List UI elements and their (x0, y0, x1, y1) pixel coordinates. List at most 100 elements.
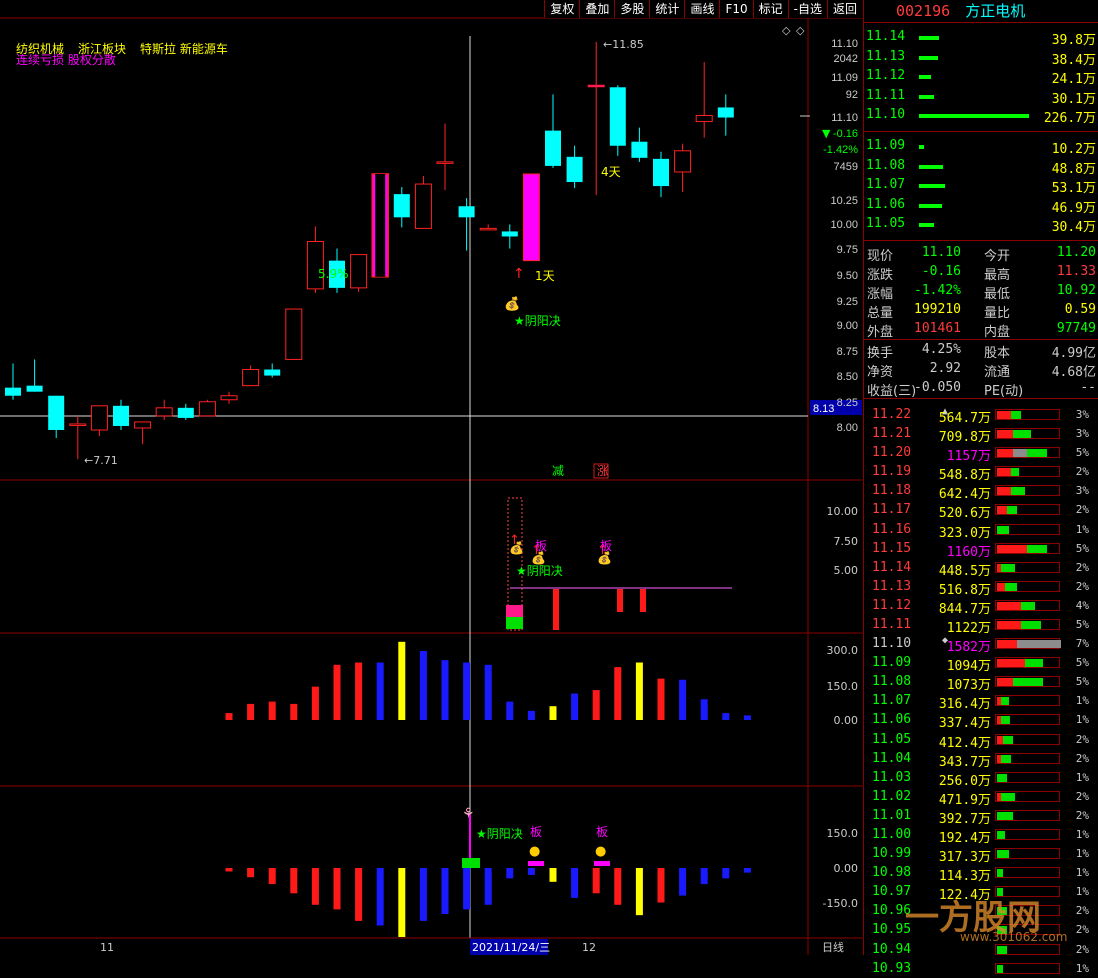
quote-value: 4.25% (921, 341, 961, 357)
macd-axis-tick: -150.0 (823, 897, 858, 910)
volume-bar (679, 679, 687, 720)
dist-price: 11.02 (872, 788, 912, 804)
dist-percent: 1% (1075, 694, 1089, 708)
candle-body-inner (375, 173, 386, 277)
dist-bar (995, 771, 1060, 783)
quote-value: -1.42% (914, 282, 961, 298)
volume-bar (592, 690, 600, 720)
coin-icon: ● (529, 844, 540, 859)
ask-volume: 38.4万 (1051, 52, 1096, 68)
distribution-row: 11.15 1160万 5% (864, 539, 1098, 560)
volume-axis-tick: 150.0 (827, 680, 859, 693)
limit-up-label: 板 (600, 539, 612, 553)
volume-bar (635, 662, 643, 720)
distribution-row: 11.11 1122万 5% (864, 615, 1098, 636)
limit-up-label: 板 (530, 825, 542, 839)
dist-price: 10.93 (872, 960, 912, 976)
volume-bar (311, 686, 319, 720)
distribution-row: 11.03 256.0万 1% (864, 768, 1098, 789)
dist-price: 11.07 (872, 693, 912, 709)
candle-body-signal (587, 84, 605, 88)
low-price-label: ←7.71 (84, 454, 118, 467)
volume-bar (722, 713, 730, 720)
quote-value: 101461 (914, 320, 961, 336)
dist-price: 11.20 (872, 445, 912, 461)
candle-body-down (501, 231, 518, 237)
limit-up-marker (528, 861, 544, 866)
candle-body-up (90, 405, 108, 431)
price-axis-tick: 10.25 (830, 195, 858, 207)
quote-row: 总量 199210 量比 0.59 (864, 300, 1098, 321)
period-label: 日线 (822, 940, 844, 954)
distribution-row: 10.93 1% (864, 959, 1098, 978)
bid-bar (919, 223, 934, 228)
toolbar-button-4[interactable]: 画线 (684, 0, 720, 18)
candle-body-down (609, 87, 626, 146)
dist-percent: 2% (1075, 808, 1089, 822)
toolbar-button-6[interactable]: 标记 (752, 0, 788, 18)
indicator-axis-tick: 5.00 (834, 564, 859, 577)
kline-chart[interactable]: 8.13 11.10 2042 11.09 92 11.10 -0.16 -1.42% 7459… (0, 0, 862, 955)
volume-bar (484, 664, 492, 720)
dist-price: 11.05 (872, 731, 912, 747)
dist-price: 10.94 (872, 941, 912, 957)
distribution-row: 11.16 323.0万 1% (864, 520, 1098, 541)
toolbar-button-5[interactable]: F10 (719, 0, 753, 18)
distribution-row: 11.19 548.8万 2% (864, 462, 1098, 483)
toolbar-button-8[interactable]: 返回 (826, 0, 862, 18)
toolbar-button-3[interactable]: 统计 (649, 0, 685, 18)
stock-header: 002196 方正电机 (864, 0, 1098, 23)
chart-area[interactable]: 8.13 11.10 2042 11.09 92 11.10 -0.16 -1.42% 7459… (0, 0, 862, 955)
distribution-row: 11.01 392.7万 2% (864, 806, 1098, 827)
ask-bar (919, 36, 939, 40)
x-axis-label: 12 (582, 941, 596, 954)
toolbar-button-2[interactable]: 多股 (614, 0, 650, 18)
volume-bar (657, 678, 665, 720)
dist-price: 11.10 (872, 636, 912, 652)
volume-axis-tick: 300.0 (827, 644, 859, 657)
toolbar-button-7[interactable]: -自选 (787, 0, 827, 18)
macd-axis-tick: 0.00 (834, 862, 859, 875)
candle-body-up (134, 421, 152, 429)
toolbar-button-1[interactable]: 叠加 (579, 0, 615, 18)
distribution-row: 11.09 1094万 5% (864, 653, 1098, 674)
volume-bar (441, 660, 449, 720)
dist-percent: 2% (1075, 751, 1089, 765)
volume-bar (398, 641, 406, 720)
candle-body-up (350, 254, 368, 289)
distribution-row: 11.22 ▲ 564.7万 3% (864, 405, 1098, 426)
macd-bar (614, 868, 622, 905)
date-tag: 2021/11/24/三 (472, 941, 550, 954)
ask-row: 11.12 24.1万 (864, 66, 1098, 88)
stock-code: 002196 (896, 2, 951, 20)
price-axis-tick: 8.00 (837, 422, 858, 434)
macd-bar (657, 868, 665, 903)
volume-bar (506, 701, 514, 720)
candle-body-up (285, 308, 303, 360)
dist-percent: 3% (1075, 427, 1089, 441)
dist-price: 11.22 (872, 406, 912, 422)
macd-bar (333, 868, 341, 910)
ask-volume: 24.1万 (1051, 72, 1096, 88)
high-price-label: ←11.85 (603, 38, 644, 51)
distribution-row: 11.04 343.7万 2% (864, 749, 1098, 770)
toolbar-button-0[interactable]: 复权 (544, 0, 580, 18)
rise-signal-label: 涨 (597, 463, 609, 478)
macd-bar (247, 868, 255, 878)
quote-row: 现价 11.10 今开 11.20 (864, 243, 1098, 264)
ask-bar (919, 94, 934, 99)
quote-label: 收益(三) (867, 383, 917, 399)
price-axis-tick: -1.42% (823, 144, 858, 156)
price-axis-tick: 2042 (834, 53, 858, 65)
dist-percent: 1% (1075, 847, 1089, 861)
distribution-row: 10.99 317.3万 1% (864, 844, 1098, 865)
price-axis-tick: 9.50 (837, 270, 858, 282)
distribution-row: 11.02 471.9万 2% (864, 787, 1098, 808)
volume-bar (549, 706, 557, 720)
bid-price: 11.06 (866, 196, 906, 212)
quote-panel: 002196 方正电机 11.14 39.8万 11.13 38.4万 11.12 … (863, 0, 1098, 976)
price-axis-tick: 8.25 (837, 397, 858, 409)
macd-bar (484, 868, 492, 905)
dist-bar (995, 733, 1060, 745)
dist-percent: 1% (1075, 770, 1089, 784)
